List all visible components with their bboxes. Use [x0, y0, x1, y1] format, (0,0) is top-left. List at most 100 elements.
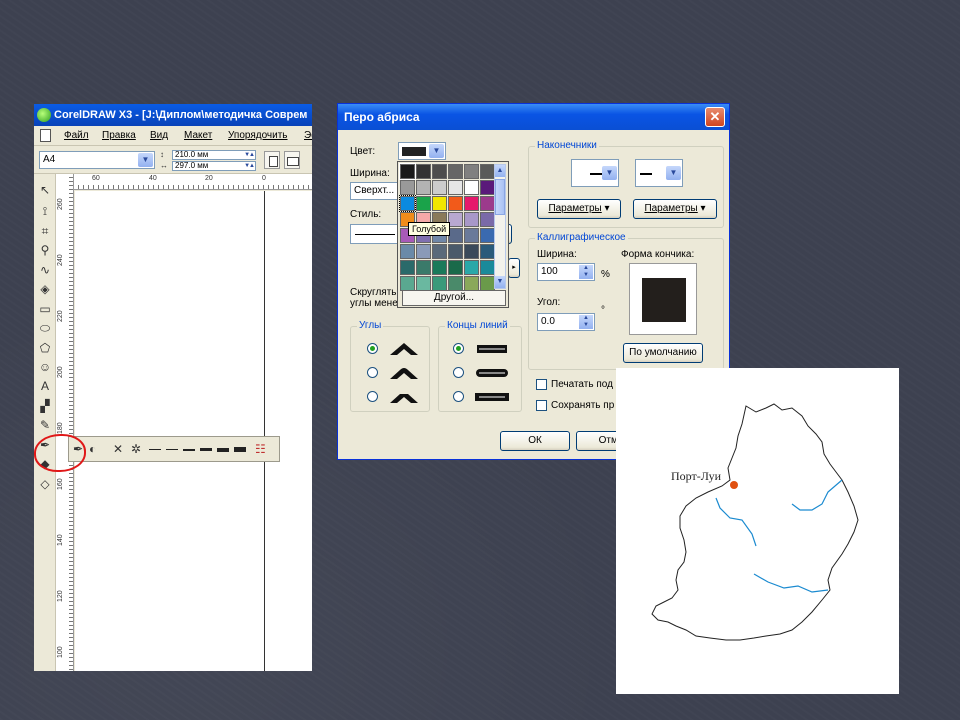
scroll-down-icon[interactable]: ▼	[495, 276, 505, 288]
miter-corner-radio[interactable]	[367, 343, 378, 354]
calli-width-field[interactable]: 100 ▲▼	[537, 263, 595, 281]
color-swatch[interactable]	[464, 212, 479, 227]
menu-arrange[interactable]: Упорядочить	[228, 130, 288, 141]
new-document-icon[interactable]	[40, 129, 51, 142]
page-width-field[interactable]: 210.0 мм ▼▲	[172, 150, 256, 160]
color-docker-icon[interactable]: ☷	[255, 442, 266, 456]
default-button[interactable]: По умолчанию	[623, 343, 703, 363]
spin-arrows-icon[interactable]: ▼▲	[244, 162, 254, 170]
close-icon[interactable]: ✕	[705, 107, 725, 127]
color-swatch[interactable]	[480, 164, 495, 179]
color-swatch[interactable]	[464, 164, 479, 179]
chevron-down-icon[interactable]: ▼	[429, 144, 444, 158]
ok-button[interactable]: ОК	[500, 431, 570, 451]
color-picker-button[interactable]: ▼	[398, 142, 446, 160]
width-select[interactable]: Сверхт...	[350, 182, 400, 200]
chevron-down-icon[interactable]: ▼	[602, 166, 617, 180]
pick-tool-icon[interactable]: ↖	[37, 182, 53, 198]
freehand-tool-icon[interactable]: ∿	[37, 262, 53, 278]
spin-arrows-icon[interactable]: ▲▼	[579, 265, 593, 279]
color-swatch[interactable]	[480, 244, 495, 259]
start-arrow-options-button[interactable]: Параметры ▾	[537, 199, 621, 219]
nib-shape-preview[interactable]	[629, 263, 697, 335]
style-select[interactable]	[350, 224, 400, 244]
color-swatch[interactable]	[432, 244, 447, 259]
color-swatch[interactable]	[448, 276, 463, 291]
color-swatch[interactable]	[448, 196, 463, 211]
color-swatch[interactable]	[400, 164, 415, 179]
page-height-field[interactable]: 297.0 мм ▼▲	[172, 161, 256, 171]
chevron-down-icon[interactable]: ▼	[666, 166, 681, 180]
menu-effects[interactable]: Эф	[304, 130, 312, 141]
eyedropper-icon[interactable]: ✎	[37, 417, 53, 433]
interactive-blend-icon[interactable]: ▞	[37, 398, 53, 414]
landscape-button[interactable]	[284, 151, 300, 169]
page-size-select[interactable]: A4 ▼	[39, 151, 155, 169]
color-swatch[interactable]	[448, 244, 463, 259]
menu-view[interactable]: Вид	[150, 130, 168, 141]
end-arrow-select[interactable]: ▼	[635, 159, 683, 187]
color-swatch[interactable]	[448, 260, 463, 275]
color-swatch[interactable]	[416, 196, 431, 211]
outline-width-hairline[interactable]	[149, 449, 161, 450]
drawing-canvas[interactable]	[75, 191, 312, 671]
palette-scrollbar[interactable]: ▲ ▼	[494, 164, 506, 289]
color-swatch[interactable]	[400, 196, 415, 211]
polygon-tool-icon[interactable]: ⬠	[37, 340, 53, 356]
color-swatch[interactable]	[416, 276, 431, 291]
color-swatch[interactable]	[416, 164, 431, 179]
end-arrow-options-button[interactable]: Параметры ▾	[633, 199, 717, 219]
menu-layout[interactable]: Макет	[184, 130, 212, 141]
no-outline-icon[interactable]: ✕	[113, 442, 123, 456]
spin-arrows-icon[interactable]: ▼▲	[244, 151, 254, 159]
edit-style-button[interactable]: ▸	[508, 258, 520, 278]
color-swatch[interactable]	[448, 212, 463, 227]
color-swatch[interactable]	[464, 180, 479, 195]
color-swatch[interactable]	[480, 180, 495, 195]
round-cap-radio[interactable]	[453, 367, 464, 378]
color-swatch[interactable]	[432, 164, 447, 179]
shape-tool-icon[interactable]: ⟟	[37, 203, 53, 219]
print-behind-checkbox[interactable]	[536, 379, 547, 390]
zoom-tool-icon[interactable]: ⚲	[37, 242, 53, 258]
outline-width-thicker[interactable]	[217, 448, 229, 452]
crop-tool-icon[interactable]: ⌗	[37, 223, 53, 239]
outline-width-thick[interactable]	[200, 448, 212, 451]
scroll-up-icon[interactable]: ▲	[495, 165, 505, 177]
interactive-fill-icon[interactable]: ◇	[37, 476, 53, 492]
outline-width-thin[interactable]	[166, 449, 178, 450]
color-swatch[interactable]	[464, 228, 479, 243]
spin-arrows-icon[interactable]: ▲▼	[579, 315, 593, 329]
smart-fill-icon[interactable]: ◈	[37, 281, 53, 297]
color-swatch[interactable]	[464, 260, 479, 275]
outline-width-thickest[interactable]	[234, 447, 246, 452]
outline-color-icon[interactable]: ◐	[89, 442, 96, 456]
rectangle-tool-icon[interactable]: ▭	[37, 301, 53, 317]
color-swatch[interactable]	[464, 196, 479, 211]
ellipse-tool-icon[interactable]: ⬭	[37, 320, 53, 336]
coreldraw-titlebar[interactable]: CorelDRAW X3 - [J:\Диплом\методичка Совр…	[34, 104, 312, 126]
color-swatch[interactable]	[480, 196, 495, 211]
color-swatch[interactable]	[432, 180, 447, 195]
color-swatch[interactable]	[464, 276, 479, 291]
color-swatch[interactable]	[400, 260, 415, 275]
square-cap-radio[interactable]	[453, 391, 464, 402]
color-swatch[interactable]	[416, 180, 431, 195]
basic-shapes-icon[interactable]: ☺	[37, 359, 53, 375]
color-swatch[interactable]	[480, 276, 495, 291]
color-swatch[interactable]	[416, 260, 431, 275]
color-swatch[interactable]	[448, 164, 463, 179]
chevron-down-icon[interactable]: ▼	[138, 153, 153, 167]
text-tool-icon[interactable]: A	[37, 378, 53, 394]
color-swatch[interactable]	[400, 180, 415, 195]
color-swatch[interactable]	[432, 276, 447, 291]
butt-cap-radio[interactable]	[453, 343, 464, 354]
color-swatch[interactable]	[448, 228, 463, 243]
color-swatch[interactable]	[432, 196, 447, 211]
color-swatch[interactable]	[400, 244, 415, 259]
dialog-titlebar[interactable]: Перо абриса ✕	[338, 104, 729, 130]
round-corner-radio[interactable]	[367, 367, 378, 378]
color-swatch[interactable]	[480, 212, 495, 227]
other-color-button[interactable]: Другой...	[402, 290, 506, 306]
menu-edit[interactable]: Правка	[102, 130, 136, 141]
